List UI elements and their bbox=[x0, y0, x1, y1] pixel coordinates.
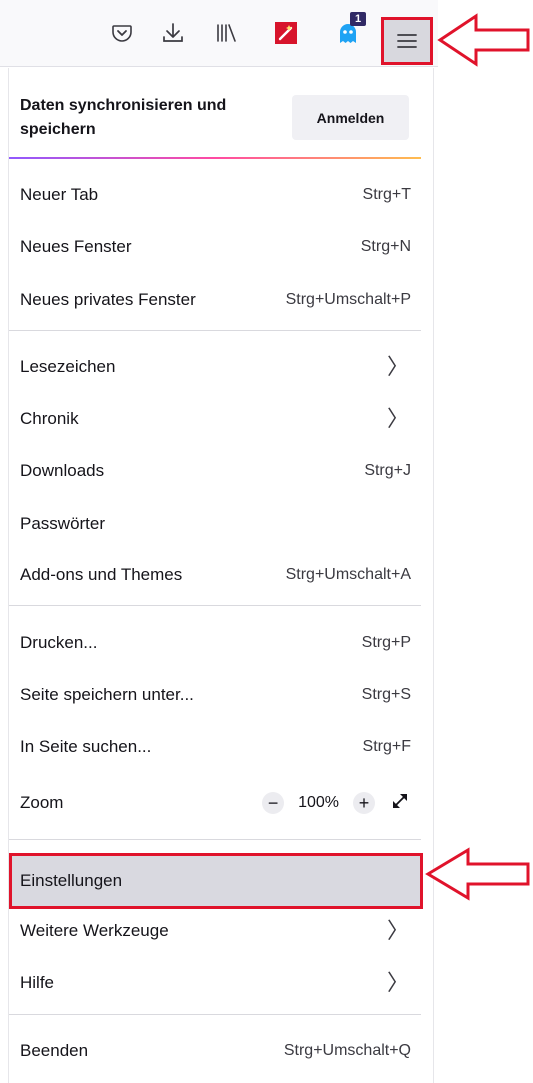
menu-item-label: In Seite suchen... bbox=[20, 737, 152, 756]
menu-item-shortcut: Strg+P bbox=[361, 634, 411, 651]
annotation-arrow-settings bbox=[425, 847, 530, 901]
menu-item-shortcut: Strg+Umschalt+Q bbox=[283, 1042, 411, 1059]
menu-item-quit[interactable]: Beenden Strg+Umschalt+Q bbox=[9, 1031, 421, 1071]
sync-gradient-divider bbox=[9, 157, 421, 159]
zoom-in-button[interactable]: + bbox=[353, 792, 375, 814]
menu-item-help[interactable]: Hilfe 〉 bbox=[9, 963, 421, 1003]
menu-item-shortcut: Strg+J bbox=[364, 462, 411, 479]
menu-item-label: Passwörter bbox=[20, 514, 106, 533]
menu-item-label: Neuer Tab bbox=[20, 185, 99, 204]
download-icon[interactable] bbox=[158, 18, 188, 48]
menu-item-label: Neues Fenster bbox=[20, 237, 132, 256]
menu-item-new-tab[interactable]: Neuer Tab Strg+T bbox=[9, 175, 421, 215]
extension-ghost-icon[interactable]: 1 bbox=[333, 12, 366, 48]
zoom-out-button[interactable]: − bbox=[262, 792, 285, 814]
menu-item-passwords[interactable]: Passwörter bbox=[9, 504, 421, 544]
sync-section: Daten synchronisieren und speichern Anme… bbox=[9, 68, 433, 160]
hamburger-menu-icon bbox=[397, 34, 417, 48]
pocket-icon[interactable] bbox=[107, 18, 137, 48]
chevron-right-icon: 〉 bbox=[386, 970, 409, 995]
menu-item-bookmarks[interactable]: Lesezeichen 〉 bbox=[9, 347, 421, 387]
chevron-right-icon: 〉 bbox=[386, 354, 409, 379]
menu-item-label: Add-ons und Themes bbox=[20, 565, 183, 584]
menu-item-settings[interactable]: Einstellungen bbox=[9, 853, 423, 909]
hamburger-menu-button[interactable] bbox=[381, 17, 433, 65]
app-menu-panel: Daten synchronisieren und speichern Anme… bbox=[8, 68, 434, 1083]
sync-label: Daten synchronisieren und speichern bbox=[20, 97, 227, 138]
annotation-arrow-menu bbox=[437, 13, 530, 67]
menu-item-label: Lesezeichen bbox=[20, 357, 116, 376]
menu-separator bbox=[9, 839, 421, 840]
login-button[interactable]: Anmelden bbox=[292, 95, 409, 140]
menu-item-label: Beenden bbox=[20, 1041, 89, 1060]
chevron-right-icon: 〉 bbox=[386, 918, 409, 943]
menu-item-label: Weitere Werkzeuge bbox=[20, 921, 169, 940]
fullscreen-icon[interactable] bbox=[389, 790, 411, 817]
menu-item-shortcut: Strg+T bbox=[362, 186, 411, 203]
menu-separator bbox=[9, 1014, 421, 1015]
menu-item-new-window[interactable]: Neues Fenster Strg+N bbox=[9, 227, 421, 267]
menu-item-label: Drucken... bbox=[20, 633, 98, 652]
menu-item-find-in-page[interactable]: In Seite suchen... Strg+F bbox=[9, 727, 421, 767]
menu-item-shortcut: Strg+F bbox=[362, 738, 411, 755]
extension-badge: 1 bbox=[350, 12, 366, 26]
menu-item-label: Hilfe bbox=[20, 973, 55, 992]
menu-item-label: Chronik bbox=[20, 409, 79, 428]
menu-item-label: Zoom bbox=[20, 793, 64, 812]
chevron-right-icon: 〉 bbox=[386, 406, 409, 431]
menu-separator bbox=[9, 605, 421, 606]
menu-item-save-page[interactable]: Seite speichern unter... Strg+S bbox=[9, 675, 421, 715]
menu-item-shortcut: Strg+S bbox=[361, 686, 411, 703]
menu-item-more-tools[interactable]: Weitere Werkzeuge 〉 bbox=[9, 911, 421, 951]
zoom-controls: − 100% + bbox=[262, 790, 411, 817]
extension-red-icon[interactable] bbox=[271, 18, 301, 48]
menu-item-shortcut: Strg+N bbox=[360, 238, 411, 255]
menu-item-label: Seite speichern unter... bbox=[20, 685, 194, 704]
menu-item-label: Neues privates Fenster bbox=[20, 290, 196, 309]
menu-item-history[interactable]: Chronik 〉 bbox=[9, 399, 421, 439]
menu-item-label: Einstellungen bbox=[20, 871, 123, 890]
zoom-reset-button[interactable]: 100% bbox=[298, 794, 339, 812]
browser-toolbar: 1 bbox=[0, 0, 438, 67]
menu-item-zoom: Zoom − 100% + bbox=[9, 783, 421, 823]
library-icon[interactable] bbox=[211, 18, 241, 48]
menu-item-downloads[interactable]: Downloads Strg+J bbox=[9, 451, 421, 491]
menu-item-new-private-window[interactable]: Neues privates Fenster Strg+Umschalt+P bbox=[9, 280, 421, 320]
menu-separator bbox=[9, 330, 421, 331]
menu-item-label: Downloads bbox=[20, 461, 105, 480]
menu-item-addons[interactable]: Add-ons und Themes Strg+Umschalt+A bbox=[9, 555, 421, 595]
menu-item-print[interactable]: Drucken... Strg+P bbox=[9, 623, 421, 663]
menu-item-shortcut: Strg+Umschalt+P bbox=[285, 291, 411, 308]
menu-item-shortcut: Strg+Umschalt+A bbox=[285, 566, 411, 583]
